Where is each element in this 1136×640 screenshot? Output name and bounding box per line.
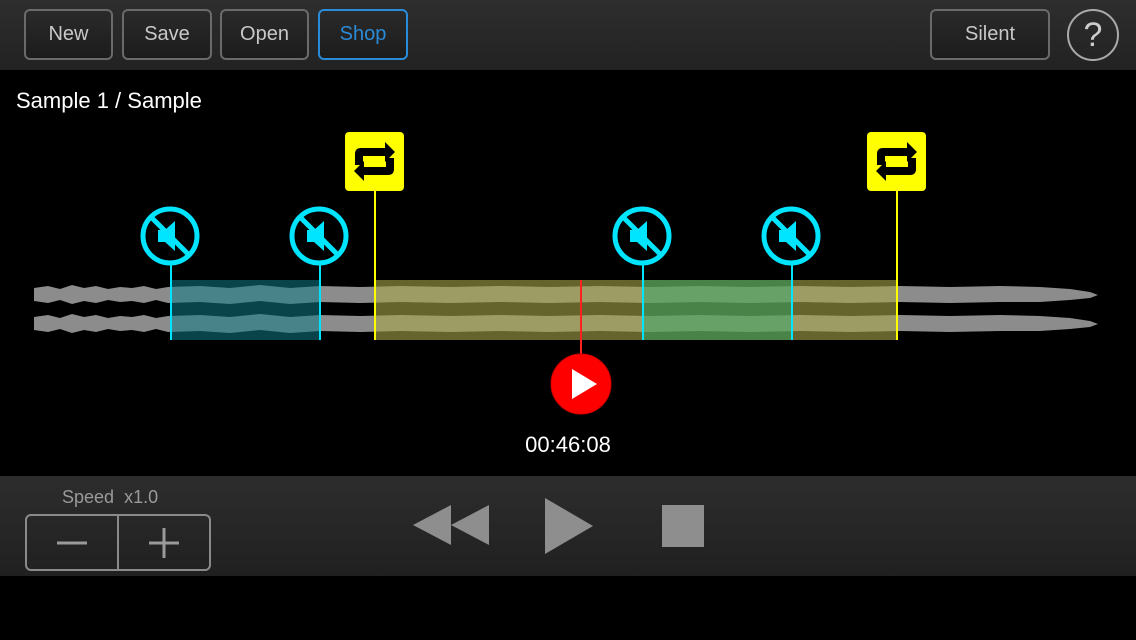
stop-icon xyxy=(662,505,704,547)
loop-marker-icon[interactable] xyxy=(867,132,926,191)
speed-decrease-button[interactable] xyxy=(27,516,117,569)
track-title: Sample 1 / Sample xyxy=(16,88,202,113)
mute-region-2 xyxy=(643,280,792,340)
rewind-icon xyxy=(413,505,489,545)
mute-marker-icon[interactable] xyxy=(289,206,349,266)
play-icon xyxy=(545,498,593,554)
mute-marker-icon[interactable] xyxy=(140,206,200,266)
speed-label: Speed x1.0 xyxy=(62,487,158,508)
mute-marker-icon[interactable] xyxy=(761,206,821,266)
speed-stepper xyxy=(25,514,211,571)
help-icon: ? xyxy=(1083,15,1103,54)
waveform-editor[interactable] xyxy=(0,120,1136,420)
save-button[interactable]: Save xyxy=(122,9,212,60)
loop-marker-icon[interactable] xyxy=(345,132,404,191)
speed-increase-button[interactable] xyxy=(117,516,209,569)
minus-icon xyxy=(57,541,87,544)
plus-icon xyxy=(149,527,179,558)
new-button[interactable]: New xyxy=(24,9,113,60)
open-button[interactable]: Open xyxy=(220,9,309,60)
rewind-button[interactable] xyxy=(413,503,489,547)
stop-button[interactable] xyxy=(662,505,704,547)
help-button[interactable]: ? xyxy=(1067,9,1119,61)
silent-button[interactable]: Silent xyxy=(930,9,1050,60)
shop-button[interactable]: Shop xyxy=(318,9,408,60)
speed-title: Speed xyxy=(62,487,115,507)
mute-region-1 xyxy=(171,280,320,340)
speed-value: x1.0 xyxy=(124,487,159,507)
playback-time: 00:46:08 xyxy=(525,432,611,457)
playhead-play-button[interactable] xyxy=(550,353,612,415)
play-button[interactable] xyxy=(543,498,595,554)
mute-marker-icon[interactable] xyxy=(612,206,672,266)
loop-region xyxy=(375,280,897,340)
